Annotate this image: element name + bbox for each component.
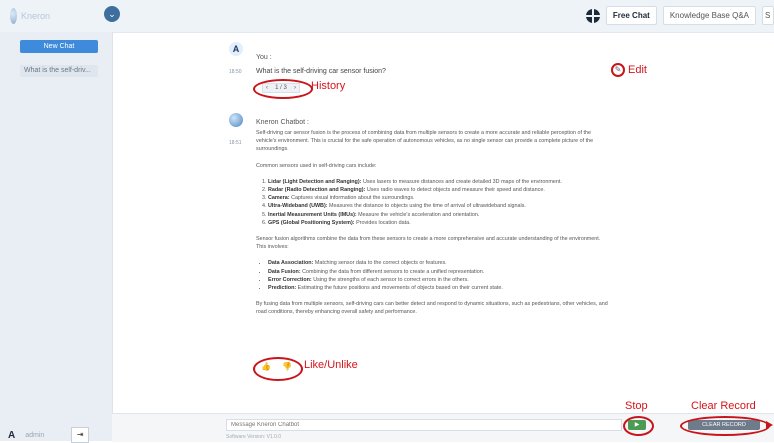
user-sender-label: You : bbox=[256, 54, 272, 61]
tab-knowledge-base[interactable]: Knowledge Base Q&A bbox=[662, 6, 756, 25]
logo-text: Kneron bbox=[20, 11, 50, 21]
user-message-time: 18:50 bbox=[229, 69, 242, 75]
tab-more[interactable]: S bbox=[762, 6, 774, 25]
list-item: Camera: Captures visual information abou… bbox=[268, 194, 608, 202]
like-highlight bbox=[253, 357, 303, 381]
list-item: Data Fusion: Combining the data from dif… bbox=[268, 268, 608, 276]
sensor-list: Lidar (Light Detection and Ranging): Use… bbox=[256, 178, 608, 227]
list-item: Lidar (Light Detection and Ranging): Use… bbox=[268, 178, 608, 186]
answer-intro: Self-driving car sensor fusion is the pr… bbox=[256, 130, 594, 153]
version-text: Software Version: V1.0.0 bbox=[226, 434, 282, 440]
annotation-stop: Stop bbox=[625, 400, 648, 412]
clear-highlight bbox=[680, 416, 770, 436]
arrow-right-icon bbox=[766, 421, 773, 429]
list-item: Radar (Radio Detection and Ranging): Use… bbox=[268, 186, 608, 194]
annotation-history: History bbox=[311, 80, 346, 92]
globe-icon[interactable] bbox=[585, 8, 600, 23]
new-chat-button[interactable]: New Chat bbox=[20, 40, 98, 53]
annotation-like: Like/Unlike bbox=[304, 359, 358, 371]
list-item: Ultra-Wideband (UWB): Measures the dista… bbox=[268, 202, 608, 210]
annotation-edit: Edit bbox=[628, 64, 647, 76]
annotation-clear: Clear Record bbox=[691, 400, 756, 412]
user-question: What is the self-driving car sensor fusi… bbox=[256, 68, 386, 75]
bot-sender-label: Kneron Chatbot : bbox=[256, 119, 309, 126]
user-name: admin bbox=[25, 431, 45, 439]
sidebar: New Chat What is the self-driv... A admi… bbox=[0, 32, 113, 443]
answer-sensors-intro: Common sensors used in self-driving cars… bbox=[256, 162, 377, 169]
sidebar-history-item[interactable]: What is the self-driv... bbox=[20, 65, 98, 77]
bot-avatar bbox=[229, 113, 243, 127]
answer-fusion-intro: Sensor fusion algorithms combine the dat… bbox=[256, 236, 601, 251]
chevron-icon[interactable]: ⌄ bbox=[104, 6, 120, 22]
list-item: Inertial Measurement Units (IMUs): Measu… bbox=[268, 211, 608, 219]
avatar: A bbox=[8, 429, 16, 441]
user-avatar: A bbox=[229, 42, 243, 56]
app-logo[interactable]: Kneron bbox=[10, 7, 50, 25]
history-highlight bbox=[253, 79, 313, 99]
steps-list: Data Association: Matching sensor data t… bbox=[256, 259, 608, 292]
message-input[interactable] bbox=[226, 419, 622, 431]
stop-highlight bbox=[623, 416, 654, 436]
list-item: Prediction: Estimating the future positi… bbox=[268, 284, 608, 292]
top-right-controls: Free Chat Knowledge Base Q&A S bbox=[585, 6, 774, 25]
list-item: Data Association: Matching sensor data t… bbox=[268, 259, 608, 267]
list-item: GPS (Global Positioning System): Provide… bbox=[268, 219, 608, 227]
logo-icon bbox=[10, 8, 17, 24]
list-item: Error Correction: Using the strengths of… bbox=[268, 276, 608, 284]
edit-icon[interactable]: ✎ bbox=[611, 63, 625, 77]
bot-message-time: 18:51 bbox=[229, 140, 242, 146]
answer-conclusion: By fusing data from multiple sensors, se… bbox=[256, 301, 608, 316]
tab-free-chat[interactable]: Free Chat bbox=[605, 6, 657, 25]
bot-answer: Self-driving car sensor fusion is the pr… bbox=[256, 129, 608, 325]
